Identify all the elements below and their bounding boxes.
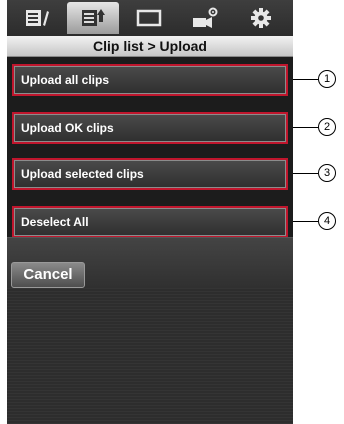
tab-camera-settings[interactable] — [179, 2, 231, 34]
tab-bar — [7, 0, 293, 36]
display-icon — [136, 9, 162, 27]
upload-selected-clips-button[interactable]: Upload selected clips — [12, 158, 288, 190]
callout-2: 2 — [318, 118, 336, 136]
upload-menu: Upload all clips Upload OK clips Upload … — [7, 57, 293, 238]
clip-edit-icon — [26, 10, 49, 26]
upload-all-clips-label: Upload all clips — [21, 73, 110, 87]
tab-clip-edit[interactable] — [11, 2, 63, 34]
upload-all-clips-button[interactable]: Upload all clips — [12, 64, 288, 96]
tab-settings[interactable] — [235, 2, 287, 34]
callout-1: 1 — [318, 70, 336, 88]
callout-4: 4 — [318, 212, 336, 230]
empty-panel — [7, 288, 293, 424]
deselect-all-label: Deselect All — [21, 215, 89, 229]
callout-3: 3 — [318, 164, 336, 182]
upload-ok-clips-label: Upload OK clips — [21, 121, 114, 135]
deselect-all-button[interactable]: Deselect All — [12, 206, 288, 238]
camera-remote-screen: Clip list > Upload Upload all clips Uplo… — [7, 0, 293, 424]
upload-selected-clips-label: Upload selected clips — [21, 167, 144, 181]
callout-line-3 — [293, 173, 318, 174]
bottom-bar: Cancel — [7, 237, 293, 288]
camera-settings-icon — [193, 7, 218, 28]
clip-upload-icon — [82, 9, 105, 26]
callout-line-2 — [293, 127, 318, 128]
callout-line-1 — [293, 79, 318, 80]
gear-icon — [251, 8, 271, 28]
page-title: Clip list > Upload — [93, 38, 207, 54]
title-bar: Clip list > Upload — [7, 36, 293, 57]
cancel-label: Cancel — [23, 266, 73, 283]
tab-clip-upload[interactable] — [67, 2, 119, 34]
tab-display[interactable] — [123, 2, 175, 34]
callout-line-4 — [293, 221, 318, 222]
upload-ok-clips-button[interactable]: Upload OK clips — [12, 112, 288, 144]
cancel-button[interactable]: Cancel — [11, 262, 85, 288]
